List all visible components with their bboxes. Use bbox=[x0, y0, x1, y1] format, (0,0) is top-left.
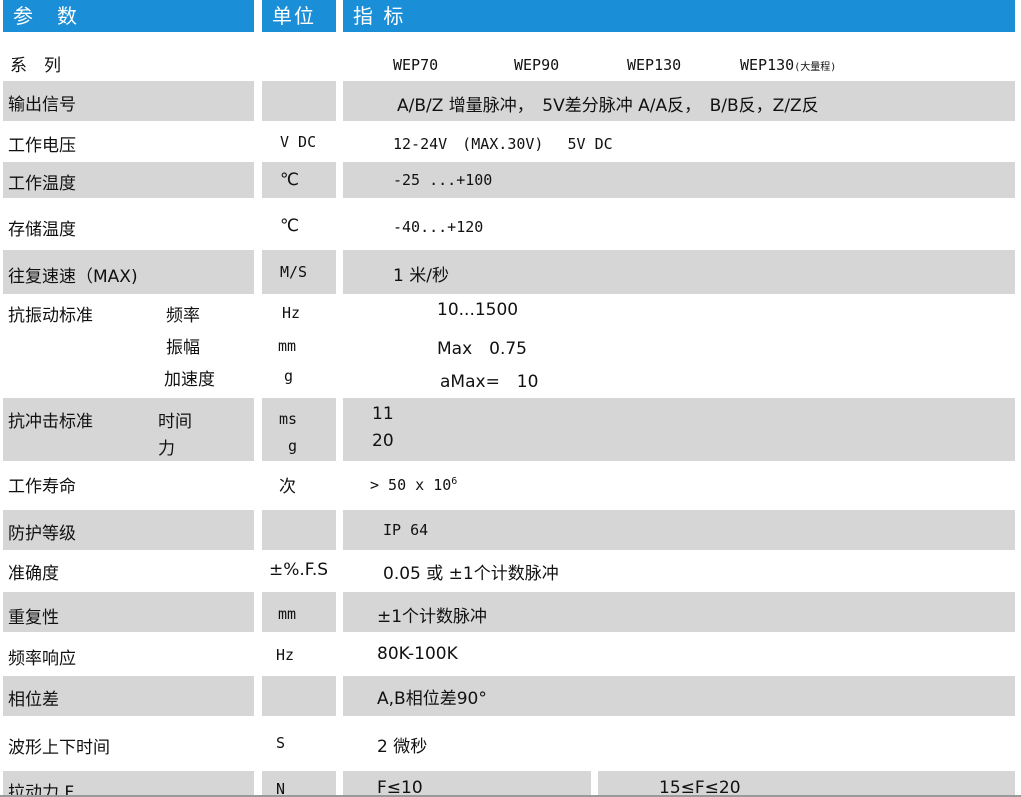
model-wep90: WEP90 bbox=[514, 56, 560, 74]
freq-value: 80K-100K bbox=[377, 644, 458, 664]
voltage-unit: V DC bbox=[280, 133, 317, 151]
waveform-value: 2 微秒 bbox=[377, 737, 428, 757]
accuracy-label: 准确度 bbox=[8, 564, 59, 584]
row-store-temp: 存储温度 ℃ -40...+120 bbox=[0, 206, 1021, 246]
row-shock: 抗冲击标准 时间 力 ms g 11 20 bbox=[0, 398, 1021, 461]
protection-label: 防护等级 bbox=[8, 524, 76, 544]
phase-label: 相位差 bbox=[8, 690, 59, 710]
shock-unit-time: ms bbox=[279, 410, 298, 428]
header-unit: 单位 bbox=[262, 0, 336, 32]
model-wep70: WEP70 bbox=[393, 56, 439, 74]
shock-sub-force: 力 bbox=[158, 439, 175, 459]
pull-value-a: F≤10 bbox=[377, 778, 423, 795]
repeat-label: 重复性 bbox=[8, 608, 59, 628]
speed-unit: M/S bbox=[280, 263, 308, 281]
work-temp-label: 工作温度 bbox=[8, 174, 76, 194]
pull-value-b: 15≤F≤20 bbox=[659, 778, 741, 795]
row-repeat: 重复性 mm ±1个计数脉冲 bbox=[0, 592, 1021, 632]
pull-unit: N bbox=[276, 780, 286, 795]
life-value: > 50 x 106 bbox=[370, 476, 458, 494]
repeat-unit: mm bbox=[278, 605, 297, 623]
shock-label: 抗冲击标准 bbox=[8, 412, 93, 432]
row-pull: 拉动力 F N F≤10 15≤F≤20 bbox=[0, 771, 1021, 795]
shock-sub-time: 时间 bbox=[158, 412, 192, 432]
row-speed: 往复速速（MAX) M/S 1 米/秒 bbox=[0, 250, 1021, 294]
repeat-value: ±1个计数脉冲 bbox=[377, 607, 488, 627]
vibration-value-freq: 10...1500 bbox=[437, 300, 519, 320]
vibration-unit-accel: g bbox=[284, 367, 294, 385]
row-phase: 相位差 A,B相位差90° bbox=[0, 676, 1021, 716]
voltage-value: 12-24V (MAX.30V) 5V DC bbox=[393, 135, 613, 153]
vibration-sub-freq: 频率 bbox=[166, 306, 200, 326]
pull-label: 拉动力 F bbox=[8, 783, 75, 795]
voltage-label: 工作电压 bbox=[8, 136, 76, 156]
header-spec: 指 标 bbox=[343, 0, 1015, 32]
work-temp-unit: ℃ bbox=[280, 170, 300, 190]
header-param: 参 数 bbox=[3, 0, 254, 32]
accuracy-unit: ±%.F.S bbox=[269, 560, 329, 580]
row-work-temp: 工作温度 ℃ -25 ...+100 bbox=[0, 162, 1021, 198]
shock-value-force: 20 bbox=[372, 431, 394, 451]
row-series: 系 列 WEP70 WEP90 WEP130 WEP130(大量程) bbox=[0, 44, 1021, 80]
shock-unit-force: g bbox=[288, 437, 298, 455]
work-temp-value: -25 ...+100 bbox=[393, 171, 493, 189]
freq-unit: Hz bbox=[276, 646, 295, 664]
output-label: 输出信号 bbox=[8, 95, 76, 115]
vibration-sub-amp: 振幅 bbox=[166, 338, 200, 358]
model-wep130-large: WEP130(大量程) bbox=[740, 56, 837, 74]
speed-value: 1 米/秒 bbox=[393, 266, 449, 286]
row-output: 输出信号 A/B/Z 增量脉冲， 5V差分脉冲 A/A反， B/B反，Z/Z反 bbox=[0, 81, 1021, 121]
accuracy-value: 0.05 或 ±1个计数脉冲 bbox=[383, 564, 559, 584]
row-accuracy: 准确度 ±%.F.S 0.05 或 ±1个计数脉冲 bbox=[0, 553, 1021, 589]
series-label: 系 列 bbox=[10, 56, 61, 76]
speed-label: 往复速速（MAX) bbox=[8, 267, 138, 287]
row-life: 工作寿命 次 > 50 x 106 bbox=[0, 464, 1021, 508]
protection-value: IP 64 bbox=[383, 521, 429, 539]
row-freq: 频率响应 Hz 80K-100K bbox=[0, 637, 1021, 673]
vibration-unit-freq: Hz bbox=[282, 304, 301, 322]
model-wep130: WEP130 bbox=[627, 56, 682, 74]
vibration-sub-accel: 加速度 bbox=[164, 370, 215, 390]
waveform-label: 波形上下时间 bbox=[8, 738, 110, 758]
life-label: 工作寿命 bbox=[8, 477, 76, 497]
output-value: A/B/Z 增量脉冲， 5V差分脉冲 A/A反， B/B反，Z/Z反 bbox=[397, 96, 819, 116]
row-waveform: 波形上下时间 S 2 微秒 bbox=[0, 724, 1021, 764]
vibration-unit-amp: mm bbox=[278, 337, 297, 355]
vibration-value-amp: Max 0.75 bbox=[437, 339, 527, 359]
row-protection: 防护等级 IP 64 bbox=[0, 510, 1021, 550]
row-vibration: 抗振动标准 频率 振幅 加速度 Hz mm g 10...1500 Max 0.… bbox=[0, 297, 1021, 393]
vibration-value-accel: aMax= 10 bbox=[440, 372, 539, 392]
vibration-label: 抗振动标准 bbox=[8, 306, 93, 326]
freq-label: 频率响应 bbox=[8, 649, 76, 669]
life-unit: 次 bbox=[279, 477, 296, 497]
store-temp-value: -40...+120 bbox=[393, 218, 484, 236]
waveform-unit: S bbox=[276, 734, 286, 752]
row-voltage: 工作电压 V DC 12-24V (MAX.30V) 5V DC bbox=[0, 124, 1021, 160]
store-temp-label: 存储温度 bbox=[8, 220, 76, 240]
shock-value-time: 11 bbox=[372, 404, 394, 424]
phase-value: A,B相位差90° bbox=[377, 689, 487, 709]
store-temp-unit: ℃ bbox=[280, 216, 300, 236]
